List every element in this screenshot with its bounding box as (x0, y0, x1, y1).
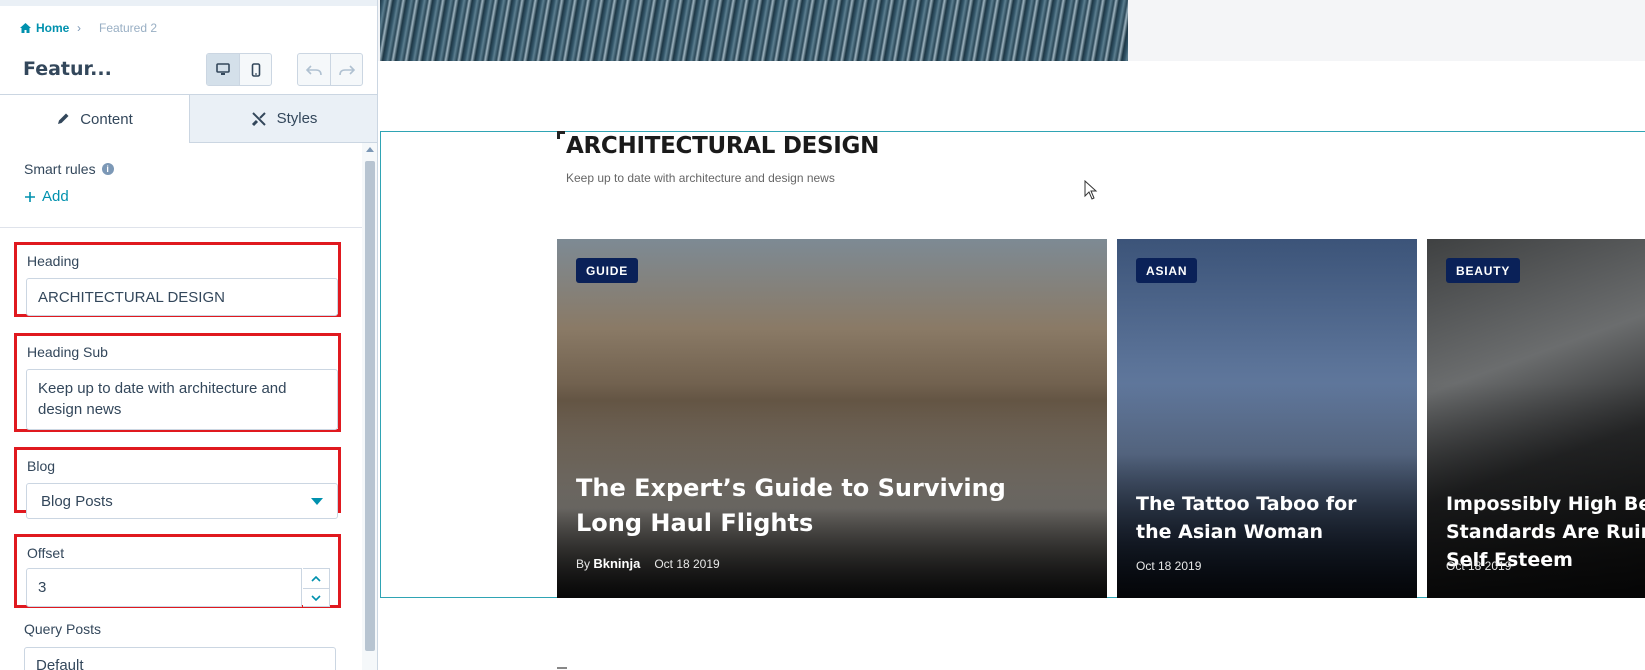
tab-styles-label: Styles (276, 110, 318, 127)
scroll-thumb[interactable] (365, 161, 375, 651)
post-meta: Oct 18 2019 (1136, 559, 1201, 573)
post-meta: Oct 18 2019 (1446, 559, 1511, 573)
mouse-cursor-icon (1084, 180, 1098, 200)
pencil-icon (58, 113, 69, 124)
post-card[interactable]: GUIDE The Expert’s Guide to Surviving Lo… (557, 239, 1107, 598)
desktop-icon (216, 63, 230, 75)
post-title[interactable]: The Tattoo Taboo for the Asian Woman (1136, 490, 1396, 546)
undo-icon (306, 64, 322, 75)
post-meta: By Bkninja Oct 18 2019 (576, 556, 720, 571)
heading-sub-textarea[interactable]: Keep up to date with architecture and de… (26, 369, 338, 430)
blog-field: Blog Blog Posts (14, 447, 341, 519)
mobile-icon (251, 62, 260, 77)
breadcrumb-home-label: Home (36, 21, 70, 35)
query-posts-label: Query Posts (24, 621, 102, 637)
water-image (380, 0, 1128, 61)
editor-sidebar: Home › Featured 2 Featur... Content Styl… (0, 0, 378, 670)
caret-down-icon (311, 498, 323, 505)
heading-label: Heading (27, 253, 80, 269)
category-badge[interactable]: GUIDE (576, 258, 639, 283)
offset-increment-button[interactable] (303, 569, 329, 588)
smart-rules: Smart rules i (24, 161, 114, 177)
offset-input[interactable]: 3 (26, 568, 302, 607)
selection-corner-handle (557, 131, 565, 139)
sidebar-header: Home › Featured 2 Featur... (0, 0, 377, 95)
post-date: Oct 18 2019 (1446, 559, 1512, 573)
add-smart-rule-label: Add (42, 188, 69, 205)
tab-content[interactable]: Content (0, 95, 190, 143)
blog-select-value: Blog Posts (41, 492, 113, 510)
divider (0, 227, 362, 228)
scroll-up-arrow[interactable] (366, 147, 374, 152)
heading-sub-field: Heading Sub Keep up to date with archite… (14, 333, 341, 432)
post-date: Oct 18 2019 (1136, 559, 1202, 573)
post-title[interactable]: The Expert’s Guide to Surviving Long Hau… (576, 471, 1056, 541)
breadcrumb-home[interactable]: Home (20, 21, 69, 35)
heading-input[interactable]: ARCHITECTURAL DESIGN (26, 278, 338, 316)
device-toggle (206, 53, 272, 86)
post-date: Oct 18 2019 (654, 556, 720, 571)
plus-icon (25, 191, 35, 202)
query-posts-select[interactable]: Default (24, 647, 336, 670)
brush-icon (251, 111, 266, 126)
category-badge[interactable]: ASIAN (1136, 258, 1198, 283)
section-heading: ARCHITECTURAL DESIGN (566, 133, 880, 159)
desktop-view-button[interactable] (207, 54, 239, 85)
home-icon (20, 23, 31, 33)
heading-sub-label: Heading Sub (27, 344, 108, 360)
chevron-down-icon (311, 595, 321, 601)
breadcrumb-separator: › (77, 21, 81, 35)
module-title: Featur... (23, 58, 112, 80)
offset-field: Offset 3 (14, 534, 341, 608)
info-icon[interactable]: i (101, 163, 114, 175)
content-panel: Smart rules i Add Heading ARCHITECTURAL … (0, 143, 362, 670)
category-badge[interactable]: BEAUTY (1446, 258, 1521, 283)
offset-label: Offset (27, 545, 65, 561)
post-by: By (576, 557, 591, 571)
history-controls (297, 53, 363, 86)
post-card[interactable]: BEAUTY Impossibly High Beauty Standards … (1427, 239, 1645, 598)
blog-select[interactable]: Blog Posts (26, 483, 338, 519)
undo-button[interactable] (298, 54, 330, 85)
chevron-up-icon (311, 575, 321, 582)
sidebar-scrollbar[interactable] (362, 143, 377, 670)
redo-icon (338, 64, 355, 75)
tab-styles[interactable]: Styles (190, 95, 377, 143)
add-smart-rule-button[interactable]: Add (24, 188, 69, 205)
offset-stepper (303, 568, 330, 607)
mobile-view-button[interactable] (239, 54, 271, 85)
tab-content-label: Content (80, 110, 133, 128)
blog-label: Blog (27, 458, 56, 474)
post-author[interactable]: Bkninja (593, 556, 640, 571)
next-section-marker (557, 667, 567, 669)
smart-rules-label: Smart rules (24, 161, 96, 177)
section-subheading: Keep up to date with architecture and de… (566, 171, 835, 185)
sidebar-tabs: Content Styles (0, 95, 377, 143)
redo-button[interactable] (330, 54, 362, 85)
page-preview: ARCHITECTURAL DESIGN Keep up to date wit… (378, 0, 1645, 670)
post-card[interactable]: ASIAN The Tattoo Taboo for the Asian Wom… (1117, 239, 1417, 598)
heading-field: Heading ARCHITECTURAL DESIGN (14, 242, 341, 317)
offset-decrement-button[interactable] (303, 588, 329, 607)
breadcrumb-current: Featured 2 (99, 21, 158, 35)
